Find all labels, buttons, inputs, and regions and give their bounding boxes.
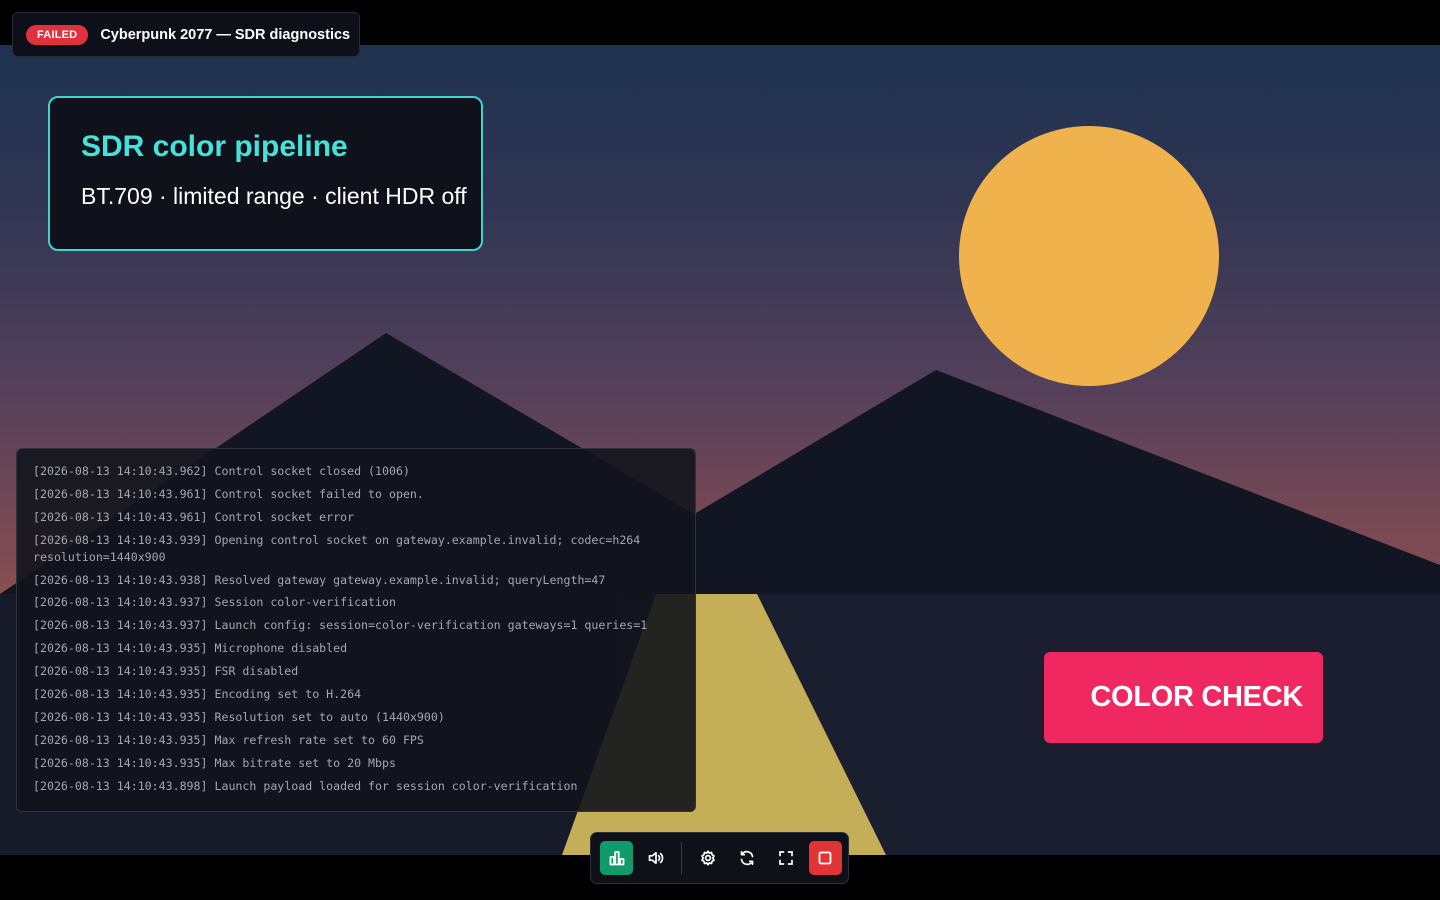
session-header: FAILED Cyberpunk 2077 — SDR diagnostics bbox=[12, 12, 360, 57]
log-line: [2026-08-13 14:10:43.935] FSR disabled bbox=[33, 664, 299, 679]
log-line: [2026-08-13 14:10:43.961] Control socket… bbox=[33, 486, 424, 501]
refresh-icon bbox=[741, 850, 754, 866]
status-badge: FAILED bbox=[26, 24, 89, 45]
log-line: [2026-08-13 14:10:43.937] Session color-… bbox=[33, 595, 396, 610]
log-line: [2026-08-13 14:10:43.937] Launch config:… bbox=[33, 618, 648, 633]
log-line: [2026-08-13 14:10:43.961] Control socket… bbox=[33, 509, 355, 524]
log-line: [2026-08-13 14:10:43.935] Resolution set… bbox=[33, 709, 445, 724]
sun bbox=[959, 126, 1219, 386]
log-line: [2026-08-13 14:10:43.935] Encoding set t… bbox=[33, 687, 362, 702]
settings-button[interactable] bbox=[692, 841, 725, 875]
stop-icon bbox=[819, 851, 832, 865]
session-title: Cyberpunk 2077 — SDR diagnostics bbox=[100, 26, 351, 43]
log-line: [2026-08-13 14:10:43.935] Microphone dis… bbox=[33, 641, 348, 656]
settings-icon bbox=[701, 850, 716, 866]
pipeline-heading: SDR color pipeline bbox=[81, 130, 348, 163]
log-line: [2026-08-13 14:10:43.938] Resolved gatew… bbox=[33, 572, 606, 587]
color-check-label: COLOR CHECK bbox=[1090, 681, 1303, 713]
fullscreen-icon bbox=[779, 851, 794, 865]
dock-divider bbox=[681, 842, 682, 874]
fullscreen-button[interactable] bbox=[770, 841, 803, 875]
pipeline-card: SDR color pipeline BT.709 · limited rang… bbox=[48, 96, 483, 251]
control-dock bbox=[590, 832, 849, 884]
stop-session-button[interactable] bbox=[808, 841, 842, 875]
log-line: [2026-08-13 14:10:43.898] Launch payload… bbox=[33, 778, 578, 793]
color-check-tile: COLOR CHECK bbox=[1044, 652, 1323, 743]
log-line: [2026-08-13 14:10:43.962] Control socket… bbox=[33, 464, 410, 478]
pipeline-details: BT.709 · limited range · client HDR off bbox=[81, 183, 467, 209]
volume-button[interactable] bbox=[639, 841, 672, 875]
stats-button[interactable] bbox=[600, 841, 633, 875]
refresh-button[interactable] bbox=[731, 841, 764, 875]
stats-icon bbox=[609, 851, 624, 866]
volume-icon bbox=[648, 851, 663, 865]
log-line: [2026-08-13 14:10:43.939] Opening contro… bbox=[33, 532, 648, 564]
log-line: [2026-08-13 14:10:43.935] Max refresh ra… bbox=[33, 732, 424, 747]
log-line: [2026-08-13 14:10:43.935] Max bitrate se… bbox=[33, 755, 396, 770]
log-console[interactable]: [2026-08-13 14:10:43.962] Control socket… bbox=[16, 448, 696, 812]
